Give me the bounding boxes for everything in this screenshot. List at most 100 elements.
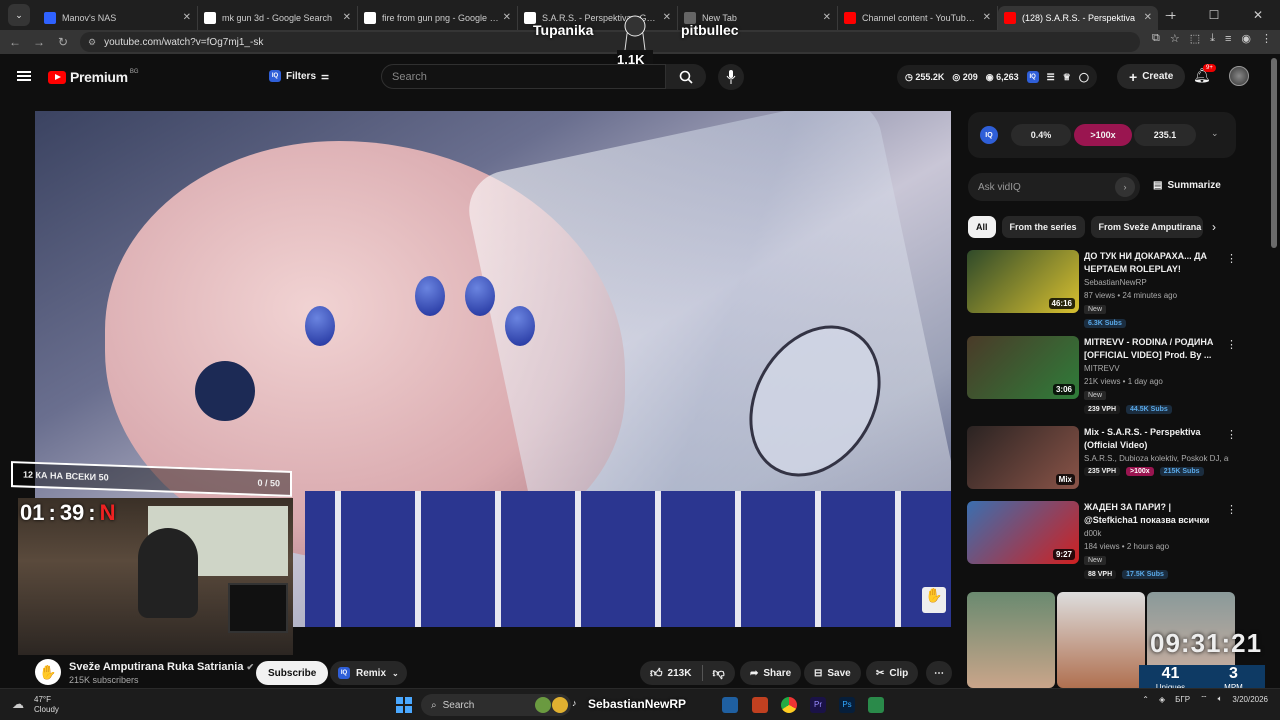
tab-close-icon[interactable]: ✕ [183,12,191,23]
trophy-icon[interactable]: ♕ [1063,72,1071,83]
menu-icon[interactable]: ⋮ [1261,32,1272,45]
volume-icon[interactable]: 🔈︎ [1218,694,1223,704]
thumbs-down-icon[interactable]: 👎︎ [712,666,724,681]
browser-tab[interactable]: fire from gun png - Google Se ✕ [358,5,518,30]
video-channel[interactable]: S.A.R.S., Dubioza kolektiv, Poskok DJ, a… [1084,454,1229,463]
filters-button[interactable]: IQ Filters ⚌ [261,65,337,87]
save-button[interactable]: ⊟ Save [804,661,861,685]
account-avatar[interactable] [1229,66,1249,86]
browser-tab[interactable]: Manov's NAS ✕ [38,5,198,30]
share-button[interactable]: ➦ Share [740,661,802,685]
tab-close-icon[interactable]: ✕ [983,12,991,23]
menu-hamburger-icon[interactable] [17,71,31,81]
photoshop-icon[interactable]: Ps [839,697,855,713]
tab-title: Channel content - YouTube Stu [862,12,979,23]
app-icon[interactable] [752,697,768,713]
more-options-icon[interactable]: ⋮ [1226,428,1237,441]
recommendation-item[interactable]: 9:27 ЖАДЕН ЗА ПАРИ? | @Stefkicha1 показва… [967,501,1237,581]
browser-tab[interactable]: (128) S.A.R.S. - Perspektiva ✕ [998,5,1158,30]
site-info-icon[interactable]: ⚙ [88,37,96,48]
windows-start-icon[interactable] [396,697,412,713]
video-channel[interactable]: d00k [1084,529,1229,538]
chrome-icon[interactable] [781,697,797,713]
app-icon[interactable] [535,697,551,713]
notes-icon[interactable] [868,697,884,713]
install-icon[interactable]: ⧉ [1152,32,1160,45]
ask-send-button[interactable]: › [1115,177,1135,197]
subscribe-button[interactable]: Subscribe [256,661,329,685]
summarize-button[interactable]: ▤ Summarize [1153,180,1221,191]
channel-name[interactable]: Sveže Amputirana Ruka Satriania ✔ [69,661,254,673]
close-window-button[interactable]: ✕ [1236,8,1280,22]
chip-from-series[interactable]: From the series [1001,216,1085,238]
tab-title: New Tab [702,12,737,23]
page-scrollbar[interactable] [1271,58,1277,248]
video-title[interactable]: Mix - S.A.R.S. - Perspektiva (Official V… [1084,426,1214,452]
channel-avatar[interactable]: ✋ [35,659,61,685]
recommendation-item[interactable]: Mix Mix - S.A.R.S. - Perspektiva (Officia… [967,426,1237,506]
tab-close-icon[interactable]: ✕ [343,12,351,23]
weather-widget[interactable]: 47°F Cloudy [34,695,59,715]
chip-from-channel[interactable]: From Sveže Amputirana R [1090,216,1203,238]
short-thumbnail[interactable] [1057,592,1145,688]
profile-icon[interactable]: ◉ [1241,32,1251,45]
recommendation-item[interactable]: 3:06 MITREVV - RODINA / РОДИНА [OFFICIAL … [967,336,1237,416]
premiere-icon[interactable]: Pr [810,697,826,713]
like-button[interactable]: 👍︎ 213K 👎︎ [640,661,735,685]
video-title[interactable]: ЖАДЕН ЗА ПАРИ? | @Stefkicha1 показва вси… [1084,501,1214,528]
app-icon[interactable] [552,697,568,713]
video-title[interactable]: MITREVV - RODINA / РОДИНА [OFFICIAL VIDE… [1084,336,1214,362]
bookmark-icon[interactable]: ☆ [1170,32,1180,45]
list-icon[interactable]: ☰ [1047,72,1055,83]
tab-favicon-icon [1004,11,1016,24]
video-thumbnail[interactable]: 46:16 [967,250,1079,313]
extensions-icon[interactable]: ⬚ [1190,32,1200,45]
reload-icon[interactable]: ↻ [51,35,75,49]
taskbar-date[interactable]: 3/20/2026 [1232,695,1268,704]
chevron-right-icon[interactable]: › [1212,220,1216,234]
chat-icon[interactable]: ◯ [1079,72,1089,83]
video-channel[interactable]: SebastianNewRP [1084,278,1229,287]
video-thumbnail[interactable]: 3:06 [967,336,1079,399]
recommendation-item[interactable]: 46:16 ДО ТУК НИ ДОКАРАХА... ДА ЧЕРТАЕМ RO… [967,250,1237,330]
video-thumbnail[interactable]: Mix [967,426,1079,489]
tray-app-icon[interactable]: ◈ [1159,695,1165,704]
channel-watermark-icon[interactable]: ✋ [922,587,946,613]
clip-button[interactable]: ✂ Clip [866,661,919,685]
voice-search-button[interactable] [718,64,744,90]
more-options-icon[interactable]: ⋮ [1226,338,1237,351]
more-options-icon[interactable]: ⋮ [1226,252,1237,265]
tiktok-icon[interactable]: ♪ [572,698,577,708]
vidiq-metrics: 235 VPH >100x 215K Subs [1084,467,1204,476]
tab-close-icon[interactable]: ✕ [503,12,511,23]
video-channel[interactable]: MITREVV [1084,364,1229,373]
browser-tab[interactable]: Channel content - YouTube Stu ✕ [838,5,998,30]
search-button[interactable] [666,64,706,89]
browser-tab[interactable]: mk gun 3d - Google Search ✕ [198,5,358,30]
create-button[interactable]: + Create [1117,64,1186,89]
maximize-button[interactable]: ☐ [1192,8,1236,22]
forward-icon[interactable]: → [27,35,51,49]
chip-all[interactable]: All [968,216,996,238]
vidiq-icon[interactable]: IQ [1026,71,1039,83]
download-icon[interactable]: ⤓ [1210,32,1215,45]
tab-close-icon[interactable]: ✕ [823,12,831,23]
wifi-icon[interactable]: ⌔ [1200,694,1208,704]
video-title[interactable]: ДО ТУК НИ ДОКАРАХА... ДА ЧЕРТАЕМ ROLEPLA… [1084,250,1214,276]
more-options-icon[interactable]: ⋮ [1226,503,1237,516]
search-input[interactable]: Search [381,64,666,89]
video-thumbnail[interactable]: 9:27 [967,501,1079,564]
vidiq-stats[interactable]: ◷ 255.2K ◎ 209 ◉ 6,263 IQ ☰ ♕ ◯ [897,65,1097,89]
minimize-button[interactable]: ─ [1148,8,1192,22]
back-icon[interactable]: ← [3,35,27,49]
chevron-down-icon[interactable]: ⌄ [1211,128,1219,139]
more-actions-button[interactable]: ⋯ [926,661,952,685]
language-indicator[interactable]: БГР [1175,695,1190,704]
short-thumbnail[interactable] [967,592,1055,688]
chevron-up-icon[interactable]: ⌃ [1142,695,1149,704]
youtube-logo[interactable]: Premium BG [48,69,138,85]
media-icon[interactable]: ≡ [1225,33,1231,45]
tab-search-button[interactable]: ⌄ [8,4,30,26]
app-icon[interactable] [722,697,738,713]
remix-button[interactable]: IQ Remix ⌄ [330,661,407,685]
